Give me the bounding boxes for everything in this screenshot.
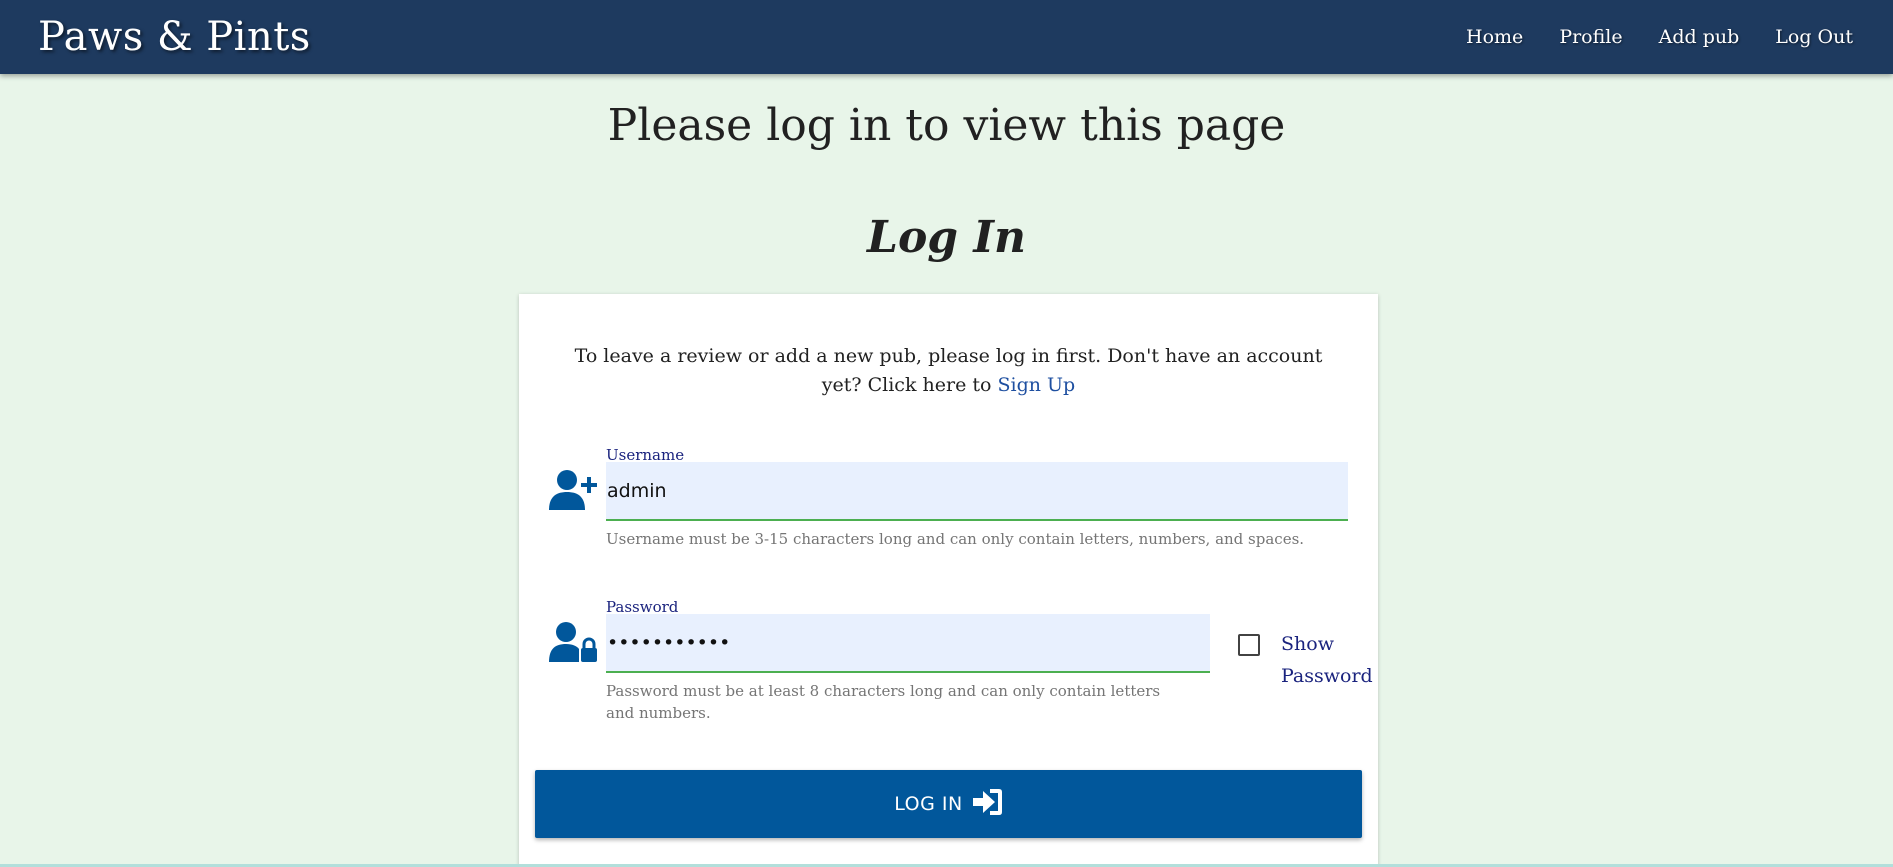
login-button-label: LOG IN (894, 793, 963, 815)
show-password-label[interactable]: Show Password (1281, 628, 1381, 692)
page-heading: Please log in to view this page (607, 100, 1286, 151)
navbar: Paws & Pints Home Profile Add pub Log Ou… (0, 0, 1893, 74)
password-helper: Password must be at least 8 characters l… (606, 682, 1161, 722)
login-title: Log In (867, 212, 1026, 263)
login-intro: To leave a review or add a new pub, plea… (559, 342, 1338, 400)
user-lock-icon (549, 620, 599, 664)
username-input[interactable] (606, 462, 1348, 521)
user-plus-icon (549, 468, 599, 512)
nav-links: Home Profile Add pub Log Out (1466, 26, 1853, 48)
sign-up-link[interactable]: Sign Up (997, 374, 1075, 396)
intro-text: To leave a review or add a new pub, plea… (574, 345, 1323, 396)
nav-link-home[interactable]: Home (1466, 26, 1523, 48)
nav-link-log-out[interactable]: Log Out (1775, 26, 1853, 48)
username-helper: Username must be 3-15 characters long an… (606, 530, 1305, 548)
brand-logo[interactable]: Paws & Pints (38, 14, 311, 60)
login-button[interactable]: LOG IN (535, 770, 1362, 838)
show-password-checkbox[interactable] (1238, 634, 1260, 656)
sign-in-icon (971, 787, 1003, 822)
nav-link-profile[interactable]: Profile (1559, 26, 1622, 48)
nav-link-add-pub[interactable]: Add pub (1659, 26, 1740, 48)
login-card: To leave a review or add a new pub, plea… (519, 294, 1378, 867)
password-input[interactable] (606, 614, 1210, 673)
